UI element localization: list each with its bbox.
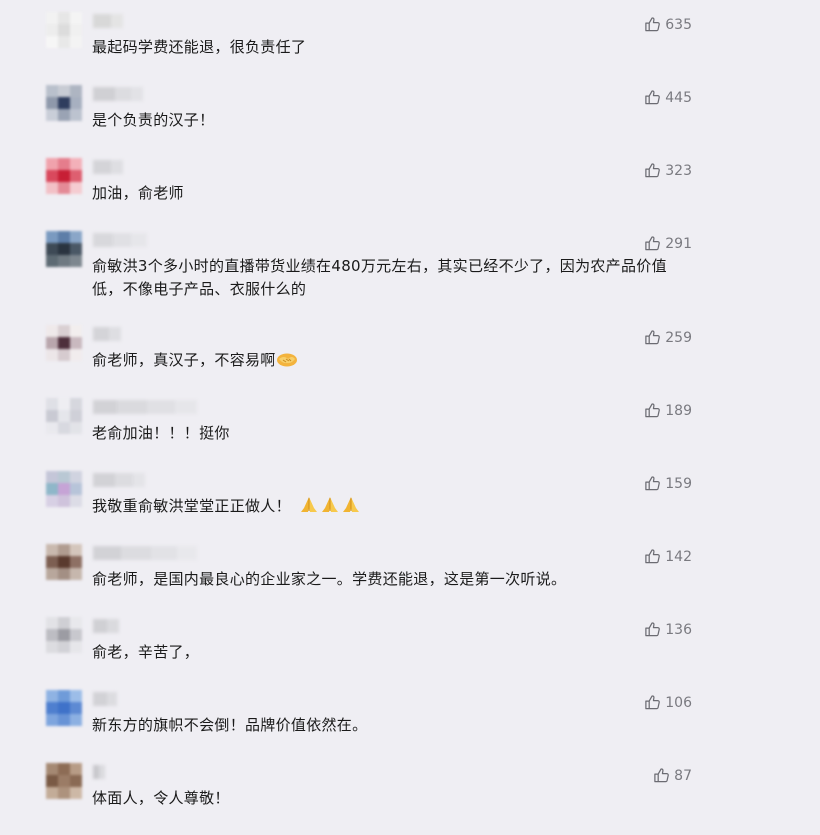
comment-list: 最起码学费还能退，很负责任了 635 是个负责的汉子！ 445 加油，俞老师 323 俞敏洪…	[0, 0, 820, 835]
comment-item: 体面人，令人尊敬！ 87	[0, 751, 820, 824]
comment-text: 我敬重俞敏洪堂堂正正做人！	[92, 495, 692, 521]
comment-text: 最起码学费还能退，很负责任了	[92, 38, 307, 56]
like-count: 259	[665, 329, 692, 346]
like-button[interactable]: 259	[644, 329, 692, 346]
comment-item: 俞敏洪3个多小时的直播带货业绩在480万元左右，其实已经不少了，因为农产品价值低…	[0, 219, 820, 313]
comment-text: 老俞加油！！！挺你	[92, 424, 230, 442]
comment-text: 体面人，令人尊敬！	[92, 789, 230, 807]
comment-item: 老俞加油！！！挺你 189	[0, 386, 820, 459]
avatar[interactable]	[46, 617, 82, 653]
thumbs-up-icon	[644, 16, 661, 33]
comment-item: 俞老，辛苦了， 136	[0, 605, 820, 678]
comment-item: 我敬重俞敏洪堂堂正正做人！ 159	[0, 459, 820, 532]
thumbs-up-icon	[644, 548, 661, 565]
comment-text: 俞老，辛苦了，	[92, 643, 200, 661]
like-button[interactable]: 142	[644, 548, 692, 565]
thumbs-up-icon	[644, 621, 661, 638]
avatar[interactable]	[46, 398, 82, 434]
like-button[interactable]: 291	[644, 235, 692, 252]
like-count: 136	[665, 621, 692, 638]
like-count: 159	[665, 475, 692, 492]
praying-hands-emoji-icon	[341, 496, 361, 521]
thumbs-up-icon	[644, 329, 661, 346]
comment-text: 是个负责的汉子！	[92, 111, 215, 129]
comment-text: 加油，俞老师	[92, 184, 184, 202]
like-button[interactable]: 159	[644, 475, 692, 492]
comment-item: 加油，俞老师 323	[0, 146, 820, 219]
praying-hands-emoji-icon	[320, 496, 340, 521]
nickname-blurred[interactable]	[93, 692, 117, 706]
comment-item: 新东方的旗帜不会倒！品牌价值依然在。 106	[0, 678, 820, 751]
like-count: 323	[665, 162, 692, 179]
avatar[interactable]	[46, 158, 82, 194]
nickname-blurred[interactable]	[93, 160, 123, 174]
like-count: 189	[665, 402, 692, 419]
nickname-blurred[interactable]	[93, 619, 119, 633]
nickname-blurred[interactable]	[93, 14, 123, 28]
thumbs-up-icon	[644, 475, 661, 492]
avatar[interactable]	[46, 12, 82, 48]
thumbs-up-icon	[653, 767, 670, 784]
nickname-blurred[interactable]	[93, 327, 121, 341]
nickname-blurred[interactable]	[93, 233, 147, 247]
like-count: 87	[674, 767, 692, 784]
like-button[interactable]: 635	[644, 16, 692, 33]
avatar[interactable]	[46, 231, 82, 267]
comment-text: 俞敏洪3个多小时的直播带货业绩在480万元左右，其实已经不少了，因为农产品价值低…	[92, 257, 667, 298]
thumbs-up-icon	[644, 235, 661, 252]
like-count: 142	[665, 548, 692, 565]
comment-item: 最起码学费还能退，很负责任了 635	[0, 0, 820, 73]
like-button[interactable]: 87	[653, 767, 692, 784]
avatar[interactable]	[46, 690, 82, 726]
nickname-blurred[interactable]	[93, 400, 197, 414]
thumbs-up-icon	[644, 162, 661, 179]
avatar[interactable]	[46, 544, 82, 580]
comment-text: 俞老师，是国内最良心的企业家之一。学费还能退，这是第一次听说。	[92, 570, 567, 588]
nickname-blurred[interactable]	[93, 87, 143, 101]
thumbs-up-icon	[644, 402, 661, 419]
like-button[interactable]: 106	[644, 694, 692, 711]
nickname-blurred[interactable]	[93, 765, 105, 779]
praying-hands-emoji-icon	[299, 496, 319, 521]
comment-item: 是个负责的汉子！ 445	[0, 73, 820, 146]
like-button[interactable]: 136	[644, 621, 692, 638]
nickname-blurred[interactable]	[93, 473, 145, 487]
nickname-blurred[interactable]	[93, 546, 197, 560]
thumbs-up-icon	[644, 89, 661, 106]
like-count: 106	[665, 694, 692, 711]
thumbs-up-icon	[644, 694, 661, 711]
comment-text: 俞老师，真汉子，不容易啊	[92, 349, 692, 375]
avatar[interactable]	[46, 763, 82, 799]
avatar[interactable]	[46, 325, 82, 361]
like-button[interactable]: 323	[644, 162, 692, 179]
avatar[interactable]	[46, 471, 82, 507]
comment-item: 俞老师，真汉子，不容易啊 259	[0, 313, 820, 386]
avatar[interactable]	[46, 85, 82, 121]
like-button[interactable]: 445	[644, 89, 692, 106]
like-count: 445	[665, 89, 692, 106]
comment-text: 新东方的旗帜不会倒！品牌价值依然在。	[92, 716, 368, 734]
comment-item: 俞老师，是国内最良心的企业家之一。学费还能退，这是第一次听说。 142	[0, 532, 820, 605]
like-count: 291	[665, 235, 692, 252]
like-button[interactable]: 189	[644, 402, 692, 419]
handshake-emoji-icon	[276, 352, 298, 375]
like-count: 635	[665, 16, 692, 33]
